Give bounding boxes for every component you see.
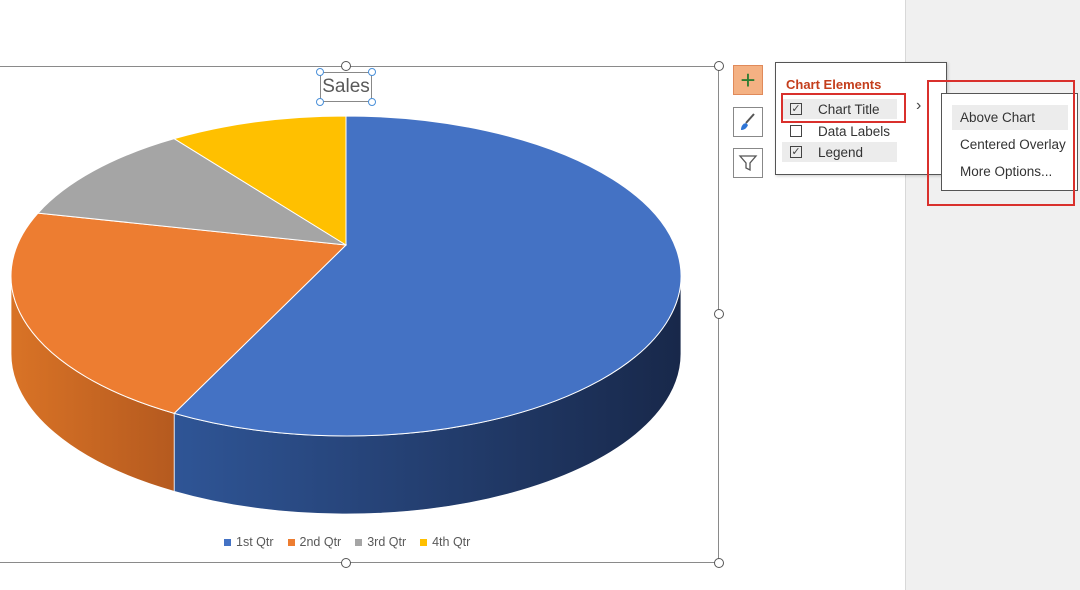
legend-item: 3rd Qtr	[355, 535, 406, 549]
legend-swatch	[420, 538, 428, 546]
highlight-box-chart-title	[781, 93, 906, 123]
panel-title: Chart Elements	[786, 77, 882, 92]
element-legend[interactable]: ✓ Legend	[782, 142, 897, 162]
element-label: Legend	[818, 144, 864, 160]
title-selection-handle[interactable]	[316, 68, 324, 76]
element-label: Data Labels	[818, 123, 891, 139]
legend-label: 1st Qtr	[236, 535, 274, 549]
highlight-box-submenu	[927, 80, 1075, 206]
chart-title[interactable]: Sales	[320, 72, 372, 102]
element-data-labels[interactable]: Data Labels	[782, 121, 897, 141]
legend-label: 3rd Qtr	[367, 535, 407, 549]
legend-swatch	[355, 538, 363, 546]
legend-swatch	[224, 538, 231, 546]
title-selection-handle[interactable]	[316, 98, 324, 106]
chart-legend[interactable]: 1st Qtr 2nd Qtr 3rd Qtr 4th Qtr	[224, 535, 470, 549]
chevron-right-icon[interactable]: ›	[916, 97, 921, 115]
legend-swatch	[287, 538, 295, 546]
checkbox-data-labels[interactable]	[790, 125, 802, 137]
filter-icon	[738, 155, 758, 172]
title-selection-handle[interactable]	[368, 98, 376, 106]
legend-item: 1st Qtr	[224, 535, 274, 549]
checkbox-legend[interactable]: ✓	[790, 146, 802, 158]
title-selection-handle[interactable]	[368, 68, 376, 76]
chart-filters-button[interactable]	[733, 148, 763, 178]
legend-item: 4th Qtr	[420, 535, 470, 549]
chart-styles-button[interactable]	[733, 107, 763, 137]
chart-elements-button[interactable]: +	[733, 65, 763, 95]
legend-label: 2nd Qtr	[299, 535, 342, 549]
legend-item: 2nd Qtr	[287, 535, 342, 549]
paintbrush-icon	[741, 113, 755, 130]
legend-label: 4th Qtr	[432, 535, 471, 549]
plus-icon: +	[740, 65, 756, 95]
